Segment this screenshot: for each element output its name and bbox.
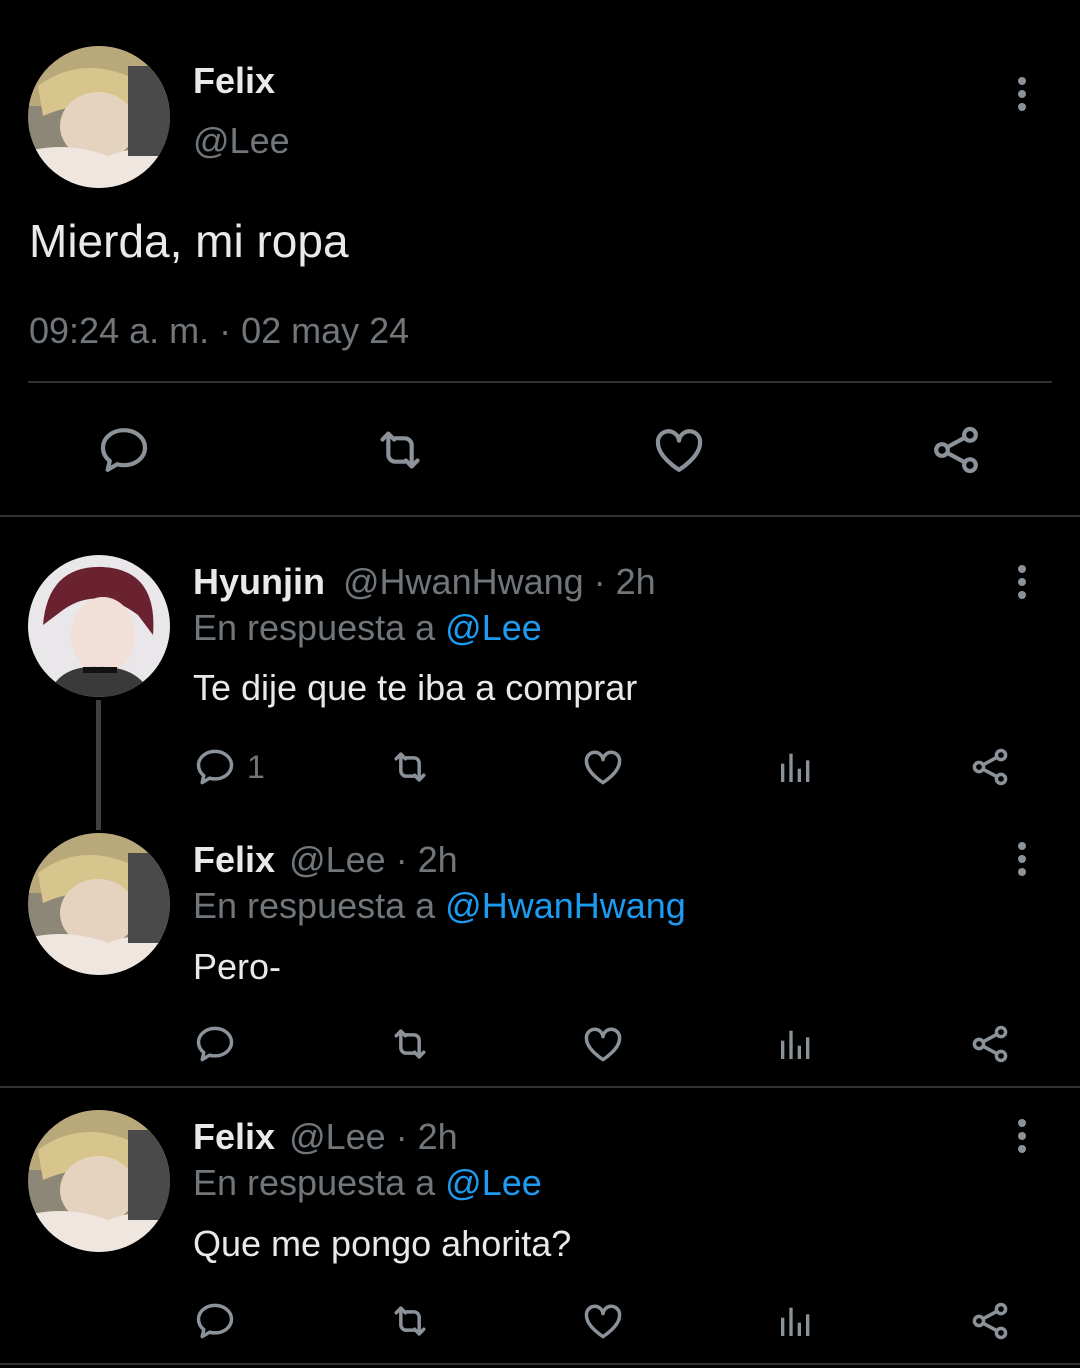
- reply-to-link[interactable]: @Lee: [445, 1162, 542, 1203]
- divider: [0, 515, 1080, 517]
- reply-prefix: En respuesta a: [193, 1162, 436, 1203]
- retweet-icon: [386, 745, 434, 789]
- views-icon: [776, 1022, 816, 1066]
- avatar[interactable]: [28, 46, 170, 188]
- reply-icon: [96, 422, 152, 478]
- divider: [28, 381, 1052, 383]
- reply-prefix: En respuesta a: [193, 885, 436, 926]
- like-icon: [581, 1022, 625, 1066]
- reply-context: En respuesta a @Lee: [193, 1162, 542, 1204]
- views-button[interactable]: [776, 1299, 816, 1343]
- reply-context: En respuesta a @Lee: [193, 607, 542, 649]
- author-meta[interactable]: @HwanHwang · 2h: [343, 561, 656, 602]
- avatar[interactable]: [28, 555, 170, 697]
- like-icon: [581, 745, 625, 789]
- tweet-timestamp[interactable]: 09:24 a. m. · 02 may 24: [29, 310, 409, 352]
- reply-count: 1: [247, 748, 265, 785]
- more-icon[interactable]: [1018, 1119, 1028, 1158]
- share-button[interactable]: [968, 1299, 1012, 1343]
- share-button[interactable]: [968, 745, 1012, 789]
- reply-to-link[interactable]: @Lee: [445, 607, 542, 648]
- share-button[interactable]: [968, 1022, 1012, 1066]
- tweet-text: Que me pongo ahorita?: [193, 1223, 572, 1264]
- retweet-icon: [386, 1022, 434, 1066]
- reply-header: Felix @Lee · 2h: [193, 839, 458, 881]
- like-icon: [650, 422, 708, 478]
- like-button[interactable]: [650, 422, 708, 478]
- views-icon: [776, 1299, 816, 1343]
- views-button[interactable]: [776, 745, 816, 789]
- author-meta[interactable]: @Lee · 2h: [289, 839, 458, 880]
- reply-context: En respuesta a @HwanHwang: [193, 885, 686, 927]
- reply-icon: [193, 1022, 237, 1066]
- share-icon: [968, 745, 1012, 789]
- author-name[interactable]: Felix: [193, 60, 275, 102]
- retweet-icon: [370, 422, 430, 478]
- share-icon: [968, 1022, 1012, 1066]
- tweet-text: Pero-: [193, 946, 282, 987]
- tweet-text: Mierda, mi ropa: [29, 215, 349, 267]
- author-name[interactable]: Felix: [193, 1116, 275, 1157]
- author-name[interactable]: Hyunjin: [193, 561, 325, 602]
- more-icon[interactable]: [1018, 77, 1028, 116]
- views-icon: [776, 745, 816, 789]
- share-icon: [928, 422, 984, 478]
- reply-icon: [193, 1299, 237, 1343]
- retweet-button[interactable]: [370, 422, 430, 478]
- avatar[interactable]: [28, 833, 170, 975]
- like-button[interactable]: [581, 745, 625, 789]
- reply-button[interactable]: [193, 1299, 237, 1343]
- retweet-button[interactable]: [386, 1022, 434, 1066]
- more-icon[interactable]: [1018, 565, 1028, 604]
- like-button[interactable]: [581, 1022, 625, 1066]
- like-icon: [581, 1299, 625, 1343]
- like-button[interactable]: [581, 1299, 625, 1343]
- more-icon[interactable]: [1018, 842, 1028, 881]
- retweet-button[interactable]: [386, 745, 434, 789]
- author-meta[interactable]: @Lee · 2h: [289, 1116, 458, 1157]
- reply-header: Felix @Lee · 2h: [193, 1116, 458, 1158]
- author-name[interactable]: Felix: [193, 839, 275, 880]
- divider: [0, 1086, 1080, 1088]
- share-icon: [968, 1299, 1012, 1343]
- reply-icon: [193, 745, 237, 789]
- reply-prefix: En respuesta a: [193, 607, 436, 648]
- reply-to-link[interactable]: @HwanHwang: [445, 885, 686, 926]
- reply-button[interactable]: [96, 422, 152, 478]
- divider: [0, 1363, 1080, 1365]
- author-handle[interactable]: @Lee: [193, 120, 290, 162]
- reply-header: Hyunjin @HwanHwang · 2h: [193, 561, 656, 603]
- avatar[interactable]: [28, 1110, 170, 1252]
- retweet-icon: [386, 1299, 434, 1343]
- reply-button[interactable]: 1: [193, 745, 265, 789]
- tweet-text: Te dije que te iba a comprar: [193, 667, 638, 708]
- retweet-button[interactable]: [386, 1299, 434, 1343]
- views-button[interactable]: [776, 1022, 816, 1066]
- reply-button[interactable]: [193, 1022, 237, 1066]
- thread-line: [96, 700, 101, 830]
- share-button[interactable]: [928, 422, 984, 478]
